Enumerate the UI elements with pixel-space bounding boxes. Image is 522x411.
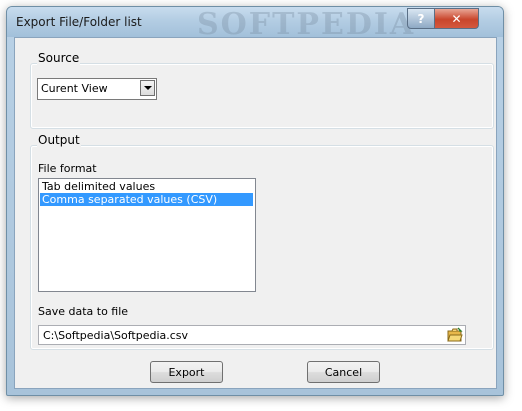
save-path-field[interactable]: C:\Softpedia\Softpedia.csv [38, 325, 466, 345]
title-bar[interactable]: Export File/Folder list SOFTPEDIA ? ✕ [7, 7, 503, 42]
save-path-value: C:\Softpedia\Softpedia.csv [43, 329, 189, 342]
help-button[interactable]: ? [407, 8, 435, 29]
folder-open-icon[interactable] [447, 327, 463, 343]
close-button[interactable]: ✕ [434, 8, 479, 29]
chevron-down-icon[interactable] [140, 80, 155, 96]
source-dropdown[interactable]: Curent View [37, 78, 157, 100]
file-format-label: File format [38, 162, 97, 175]
list-item[interactable]: Comma separated values (CSV) [40, 193, 253, 206]
file-format-listbox[interactable]: Tab delimited values Comma separated val… [38, 178, 256, 292]
dialog-client-area: Source Curent View Output File format Ta… [14, 37, 497, 389]
list-item[interactable]: Tab delimited values [40, 180, 253, 193]
save-data-label: Save data to file [38, 305, 129, 318]
export-button[interactable]: Export [150, 361, 223, 383]
cancel-button[interactable]: Cancel [307, 361, 380, 383]
output-group-label: Output [37, 133, 81, 147]
export-dialog-window: Export File/Folder list SOFTPEDIA ? ✕ So… [6, 6, 504, 396]
source-group-label: Source [37, 51, 81, 65]
source-dropdown-value: Curent View [41, 82, 108, 95]
window-title: Export File/Folder list [16, 15, 142, 29]
